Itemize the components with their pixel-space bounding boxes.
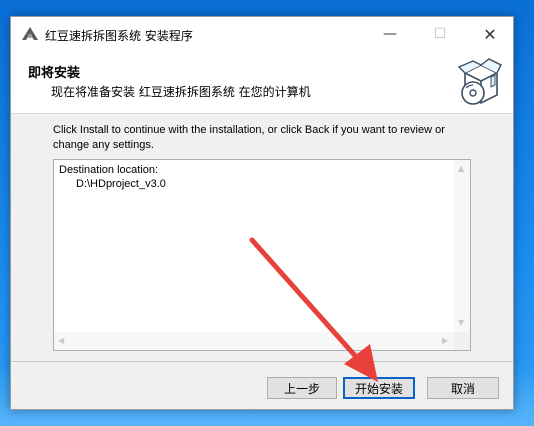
scroll-right-icon[interactable]: ▶: [442, 336, 448, 346]
scroll-down-icon[interactable]: ▼: [458, 318, 464, 328]
wizard-header: 即将安装 现在将准备安装 红豆速拆拆图系统 在您的计算机: [11, 51, 513, 114]
page-subtitle: 现在将准备安装 红豆速拆拆图系统 在您的计算机: [51, 85, 311, 99]
destination-summary-box[interactable]: Destination location: D:\HDproject_v3.0 …: [53, 159, 471, 351]
app-logo-icon: [22, 27, 38, 40]
scroll-left-icon[interactable]: ◀: [58, 336, 64, 346]
install-instruction: Click Install to continue with the insta…: [53, 124, 445, 151]
installer-box-cd-icon: [457, 58, 502, 105]
horizontal-scrollbar[interactable]: ◀ ▶: [54, 332, 454, 350]
scroll-corner: [454, 332, 470, 350]
window-title: 红豆速拆拆图系统 安装程序: [45, 29, 193, 43]
install-button[interactable]: 开始安装: [343, 377, 415, 399]
maximize-button: ☐: [433, 26, 447, 42]
back-button[interactable]: 上一步: [267, 377, 337, 399]
destination-label: Destination location:: [59, 164, 159, 176]
scroll-up-icon[interactable]: ▲: [458, 164, 464, 174]
vertical-scrollbar[interactable]: ▲ ▼: [454, 160, 470, 332]
cancel-button[interactable]: 取消: [427, 377, 499, 399]
close-button[interactable]: ✕: [467, 17, 513, 51]
footer-divider: [11, 361, 513, 362]
title-bar[interactable]: 红豆速拆拆图系统 安装程序 — ☐ ✕: [11, 17, 513, 51]
minimize-button[interactable]: —: [367, 17, 413, 51]
installer-window: 红豆速拆拆图系统 安装程序 — ☐ ✕ 即将安装 现在将准备安装 红豆速拆拆图系…: [10, 16, 514, 410]
page-title: 即将安装: [28, 66, 81, 81]
destination-path: D:\HDproject_v3.0: [76, 178, 166, 190]
